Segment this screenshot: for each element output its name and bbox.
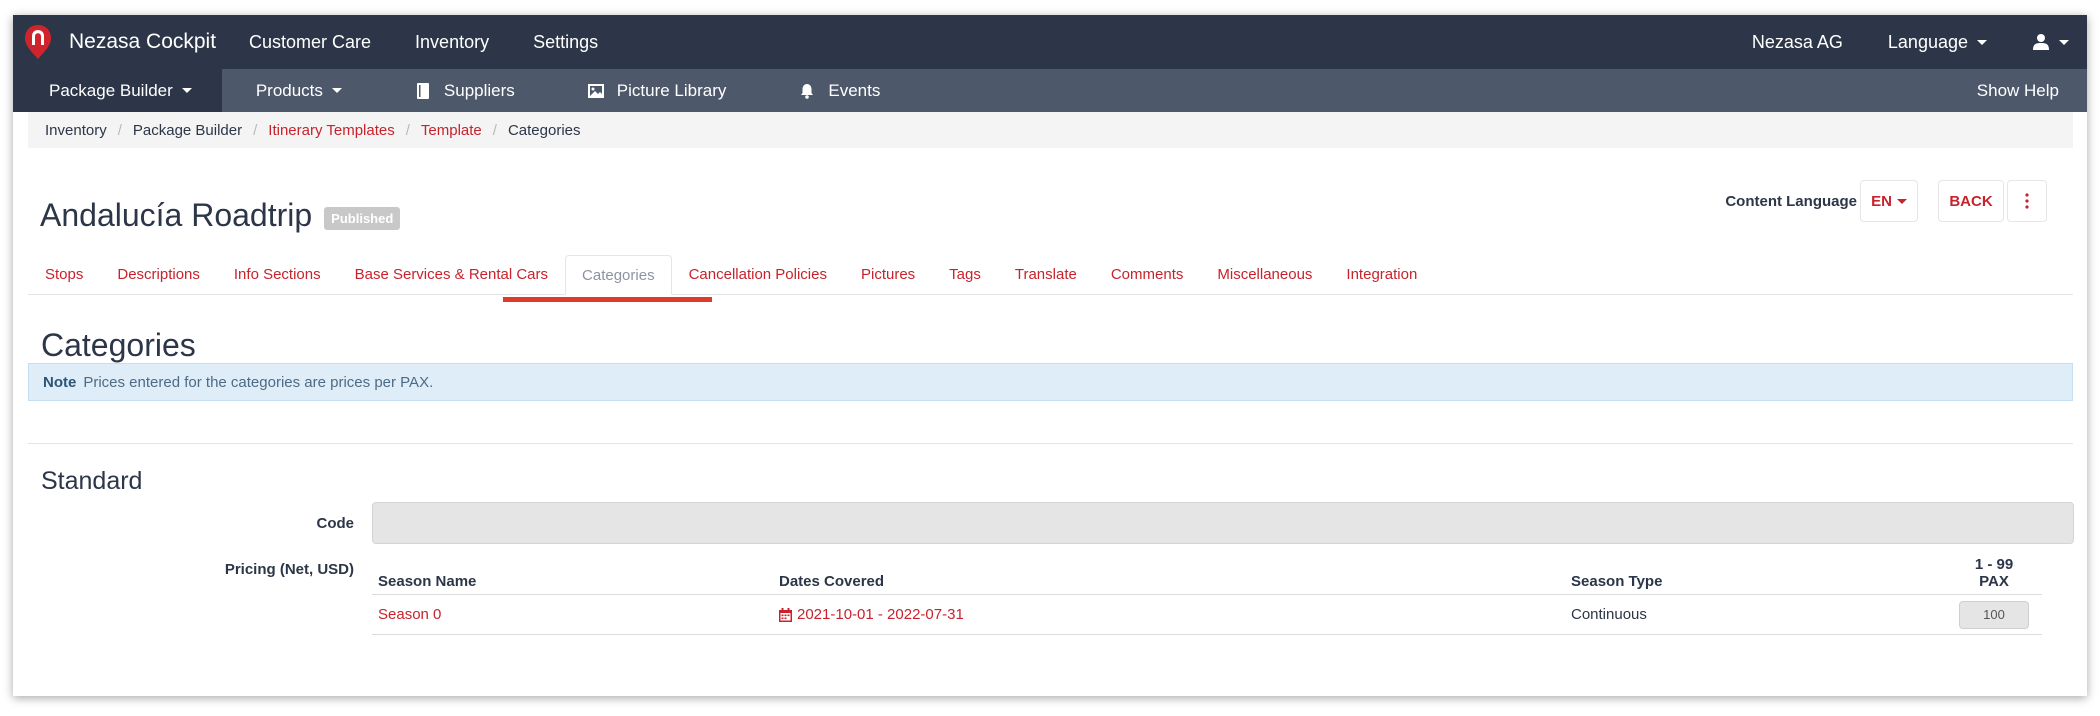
pricing-table-header: Season Name Dates Covered Season Type 1 …: [372, 552, 2042, 595]
events-label: Events: [828, 80, 881, 100]
category-name: Standard: [41, 467, 143, 495]
language-label: Language: [1887, 31, 1968, 52]
pricing-table: Season Name Dates Covered Season Type 1 …: [372, 552, 2042, 635]
package-builder-label: Package Builder: [49, 80, 173, 100]
subnav-events[interactable]: Events: [762, 69, 916, 112]
header-pax-unit: PAX: [1979, 573, 2009, 590]
tab-categories[interactable]: Categories: [565, 255, 672, 295]
template-title: Andalucía Roadtrip: [40, 197, 313, 233]
note-text: Prices entered for the categories are pr…: [83, 373, 434, 391]
subnav-products[interactable]: Products: [222, 69, 378, 112]
dates-covered-link[interactable]: 2021-10-01 - 2022-07-31: [779, 606, 1571, 623]
header-pax-range: 1 - 99: [1974, 556, 2014, 573]
user-icon: [2033, 34, 2049, 50]
breadcrumb-categories: Categories: [507, 121, 581, 139]
breadcrumb-itinerary-templates[interactable]: Itinerary Templates: [268, 122, 394, 139]
status-badge: Published: [324, 206, 401, 230]
note-alert: Note Prices entered for the categories a…: [28, 363, 2073, 401]
app-window: Nezasa Cockpit Customer Care Inventory S…: [13, 15, 2087, 696]
tab-tags[interactable]: Tags: [932, 254, 998, 294]
section-title: Categories: [41, 327, 196, 363]
content-language-label: Content Language: [1725, 192, 1857, 210]
brand[interactable]: Nezasa Cockpit: [13, 24, 249, 60]
show-help-link[interactable]: Show Help: [1977, 81, 2087, 101]
company-name: Nezasa AG: [1751, 31, 1843, 52]
caret-down-icon: [331, 88, 342, 93]
pricing-label: Pricing (Net, USD): [224, 561, 354, 578]
sub-navbar: Package Builder Products Suppliers Pictu…: [13, 69, 2087, 112]
breadcrumb-separator: /: [405, 121, 410, 139]
tab-base-services[interactable]: Base Services & Rental Cars: [338, 254, 565, 294]
section-divider: [28, 443, 2073, 444]
top-right-menu: Nezasa AG Language: [1707, 15, 2087, 69]
language-menu[interactable]: Language: [1888, 32, 1987, 53]
tab-pictures[interactable]: Pictures: [844, 254, 932, 294]
caret-down-icon: [181, 88, 192, 93]
tab-info-sections[interactable]: Info Sections: [217, 254, 338, 294]
dates-covered-value: 2021-10-01 - 2022-07-31: [797, 606, 964, 623]
nav-settings[interactable]: Settings: [533, 32, 598, 53]
top-nav: Customer Care Inventory Settings: [249, 15, 642, 69]
breadcrumb-separator: /: [492, 121, 497, 139]
tab-stops[interactable]: Stops: [28, 254, 100, 294]
breadcrumb: Inventory / Package Builder / Itinerary …: [28, 112, 2073, 148]
calendar-icon: [779, 607, 792, 622]
tab-active-indicator: [503, 297, 712, 302]
subnav-suppliers[interactable]: Suppliers: [378, 69, 551, 112]
back-button[interactable]: BACK: [1938, 180, 2004, 222]
nav-inventory[interactable]: Inventory: [415, 32, 489, 53]
caret-down-icon: [2059, 39, 2069, 45]
caret-down-icon: [1977, 39, 1987, 45]
products-label: Products: [255, 80, 323, 100]
book-icon: [416, 82, 429, 99]
price-input[interactable]: [1959, 600, 2029, 629]
top-navbar: Nezasa Cockpit Customer Care Inventory S…: [13, 15, 2087, 69]
tab-cancellation-policies[interactable]: Cancellation Policies: [672, 254, 844, 294]
suppliers-label: Suppliers: [443, 80, 515, 100]
tab-integration[interactable]: Integration: [1329, 254, 1434, 294]
season-type-value: Continuous: [1571, 606, 1647, 623]
note-label: Note: [43, 373, 77, 391]
tab-descriptions[interactable]: Descriptions: [100, 254, 217, 294]
header-pax: 1 - 99 PAX: [1946, 556, 2042, 590]
content-language-dropdown[interactable]: EN: [1860, 180, 1918, 222]
kebab-menu-icon: [2025, 193, 2029, 209]
tab-translate[interactable]: Translate: [998, 254, 1094, 294]
breadcrumb-separator: /: [253, 121, 258, 139]
tab-comments[interactable]: Comments: [1094, 254, 1201, 294]
picture-library-label: Picture Library: [616, 80, 727, 100]
user-menu[interactable]: [2032, 33, 2069, 51]
company-menu[interactable]: Nezasa AG: [1752, 32, 1843, 53]
page-title: Andalucía Roadtrip Published: [40, 197, 401, 234]
more-options-button[interactable]: [2007, 180, 2047, 222]
header-dates-covered: Dates Covered: [779, 573, 885, 590]
subnav-package-builder[interactable]: Package Builder: [13, 69, 222, 112]
code-input[interactable]: [372, 502, 2074, 544]
content-language-value: EN: [1871, 192, 1892, 210]
brand-name: Nezasa Cockpit: [69, 30, 217, 53]
breadcrumb-separator: /: [117, 121, 122, 139]
breadcrumb-inventory: Inventory: [45, 121, 107, 139]
nav-customer-care[interactable]: Customer Care: [249, 32, 371, 53]
bell-icon: [801, 83, 814, 99]
header-season-type: Season Type: [1571, 573, 1663, 590]
breadcrumb-template[interactable]: Template: [421, 122, 482, 139]
page-actions: Content Language EN BACK: [1725, 180, 2047, 222]
code-label: Code: [316, 515, 355, 532]
season-link[interactable]: Season 0: [378, 606, 441, 623]
template-tabs: Stops Descriptions Info Sections Base Se…: [28, 255, 2073, 295]
breadcrumb-package-builder: Package Builder: [132, 121, 243, 139]
picture-icon: [587, 83, 604, 98]
header-season-name: Season Name: [378, 573, 477, 590]
tab-miscellaneous[interactable]: Miscellaneous: [1200, 254, 1329, 294]
caret-down-icon: [1896, 198, 1907, 204]
table-row: Season 0 2021-10-01 - 2022-07-31 Continu…: [372, 595, 2042, 635]
subnav-picture-library[interactable]: Picture Library: [551, 69, 763, 112]
nezasa-logo-icon: [25, 25, 51, 59]
